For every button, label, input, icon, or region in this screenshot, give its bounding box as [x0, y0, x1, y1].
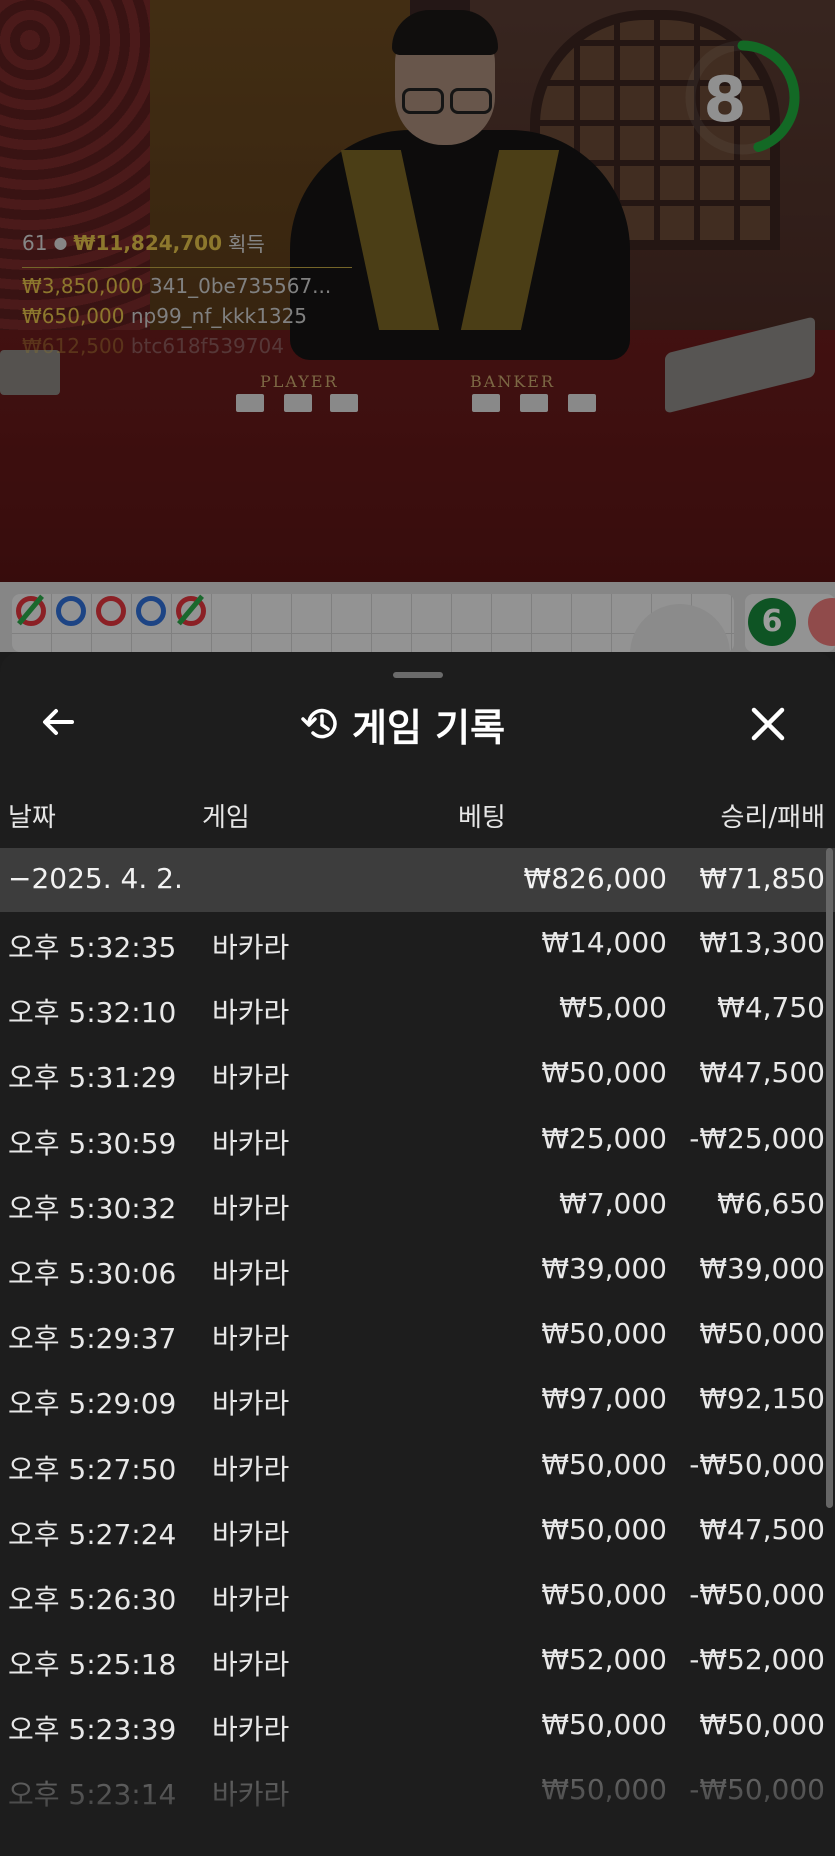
- modal-backdrop[interactable]: [0, 0, 835, 652]
- row-game: 바카라: [212, 1387, 290, 1421]
- date-summary-row[interactable]: −2025. 4. 2. ₩826,000 ₩71,850: [0, 848, 835, 912]
- column-headers: 날짜 게임 베팅 승리/패배: [0, 797, 835, 833]
- row-result: ₩6,650: [717, 1186, 825, 1220]
- scrollbar[interactable]: [826, 848, 833, 1508]
- row-result: ₩50,000: [699, 1708, 825, 1742]
- summary-bet: ₩826,000: [523, 862, 667, 895]
- history-row[interactable]: 오후 5:30:59 바카라 ₩25,000 -₩25,000: [0, 1108, 835, 1173]
- drag-handle[interactable]: [393, 672, 443, 678]
- row-time: 오후 5:30:59: [8, 1126, 177, 1160]
- row-game: 바카라: [212, 1582, 290, 1616]
- row-bet: ₩14,000: [541, 926, 667, 959]
- row-bet: ₩97,000: [541, 1382, 667, 1416]
- row-game: 바카라: [212, 1256, 290, 1290]
- col-bet: 베팅: [458, 803, 506, 833]
- row-game: 바카라: [212, 1713, 290, 1747]
- row-result: ₩47,500: [699, 1512, 825, 1546]
- history-row[interactable]: 오후 5:29:37 바카라 ₩50,000 ₩50,000: [0, 1303, 835, 1368]
- row-game: 바카라: [212, 1322, 290, 1356]
- row-result: -₩50,000: [689, 1577, 825, 1611]
- row-time: 오후 5:29:09: [8, 1387, 177, 1421]
- row-time: 오후 5:32:35: [8, 931, 177, 964]
- history-row[interactable]: 오후 5:26:30 바카라 ₩50,000 -₩50,000: [0, 1564, 835, 1629]
- row-time: 오후 5:27:24: [8, 1517, 177, 1551]
- row-bet: ₩39,000: [541, 1251, 667, 1285]
- history-row[interactable]: 오후 5:23:39 바카라 ₩50,000 ₩50,000: [0, 1694, 835, 1759]
- row-result: ₩50,000: [699, 1317, 825, 1351]
- row-time: 오후 5:30:32: [8, 1191, 177, 1225]
- row-bet: ₩50,000: [541, 1317, 667, 1351]
- row-time: 오후 5:29:37: [8, 1322, 177, 1356]
- close-x-icon: [751, 707, 785, 741]
- history-row[interactable]: 오후 5:27:24 바카라 ₩50,000 ₩47,500: [0, 1499, 835, 1564]
- row-time: 오후 5:23:39: [8, 1713, 177, 1747]
- row-result: ₩4,750: [717, 991, 825, 1025]
- history-row[interactable]: 오후 5:30:06 바카라 ₩39,000 ₩39,000: [0, 1238, 835, 1303]
- history-row[interactable]: 오후 5:29:09 바카라 ₩97,000 ₩92,150: [0, 1368, 835, 1433]
- row-game: 바카라: [212, 1191, 290, 1225]
- row-game: 바카라: [212, 1517, 290, 1551]
- history-row[interactable]: 오후 5:27:50 바카라 ₩50,000 -₩50,000: [0, 1434, 835, 1499]
- row-game: 바카라: [212, 1061, 290, 1095]
- row-time: 오후 5:27:50: [8, 1452, 177, 1486]
- close-button[interactable]: [746, 702, 794, 746]
- row-result: -₩52,000: [689, 1643, 825, 1677]
- row-result: ₩47,500: [699, 1056, 825, 1090]
- row-time: 오후 5:32:10: [8, 996, 177, 1030]
- list-fade: [0, 1752, 835, 1856]
- row-game: 바카라: [212, 931, 290, 964]
- history-clock-icon: [301, 708, 337, 739]
- arrow-left-icon: [43, 709, 74, 735]
- row-bet: ₩50,000: [541, 1447, 667, 1481]
- row-result: ₩13,300: [699, 926, 825, 959]
- history-row[interactable]: 오후 5:30:32 바카라 ₩7,000 ₩6,650: [0, 1173, 835, 1238]
- row-game: 바카라: [212, 996, 290, 1030]
- back-button[interactable]: [38, 702, 86, 746]
- col-game: 게임: [202, 803, 250, 833]
- row-result: -₩50,000: [689, 1447, 825, 1481]
- game-history-sheet: 게임 기록 날짜 게임 베팅 승리/패배 −2025. 4. 2. ₩826,0…: [0, 652, 835, 1856]
- row-bet: ₩5,000: [559, 991, 667, 1025]
- row-time: 오후 5:25:18: [8, 1648, 177, 1682]
- row-game: 바카라: [212, 1126, 290, 1160]
- col-result: 승리/패배: [720, 803, 825, 833]
- history-row[interactable]: 오후 5:32:35 바카라 ₩14,000 ₩13,300: [0, 912, 835, 977]
- history-row[interactable]: 오후 5:31:29 바카라 ₩50,000 ₩47,500: [0, 1042, 835, 1107]
- col-date: 날짜: [8, 803, 56, 833]
- row-time: 오후 5:30:06: [8, 1256, 177, 1290]
- history-row[interactable]: 오후 5:25:18 바카라 ₩52,000 -₩52,000: [0, 1629, 835, 1694]
- row-game: 바카라: [212, 1452, 290, 1486]
- row-bet: ₩52,000: [541, 1643, 667, 1677]
- history-row[interactable]: 오후 5:32:10 바카라 ₩5,000 ₩4,750: [0, 977, 835, 1042]
- history-list: 오후 5:32:35 바카라 ₩14,000 ₩13,300 오후 5:32:10 바카라…: [0, 912, 835, 1825]
- sheet-header: 게임 기록: [0, 692, 835, 756]
- row-result: ₩39,000: [699, 1251, 825, 1285]
- row-bet: ₩50,000: [541, 1056, 667, 1090]
- row-time: 오후 5:26:30: [8, 1582, 177, 1616]
- row-game: 바카라: [212, 1648, 290, 1682]
- summary-date: −2025. 4. 2.: [8, 862, 183, 895]
- row-bet: ₩50,000: [541, 1708, 667, 1742]
- row-bet: ₩7,000: [559, 1186, 667, 1220]
- row-bet: ₩25,000: [541, 1121, 667, 1155]
- row-bet: ₩50,000: [541, 1512, 667, 1546]
- row-result: -₩25,000: [689, 1121, 825, 1155]
- summary-result: ₩71,850: [699, 862, 825, 895]
- row-result: ₩92,150: [699, 1382, 825, 1416]
- row-time: 오후 5:31:29: [8, 1061, 177, 1095]
- row-bet: ₩50,000: [541, 1577, 667, 1611]
- sheet-title: 게임 기록: [352, 705, 506, 750]
